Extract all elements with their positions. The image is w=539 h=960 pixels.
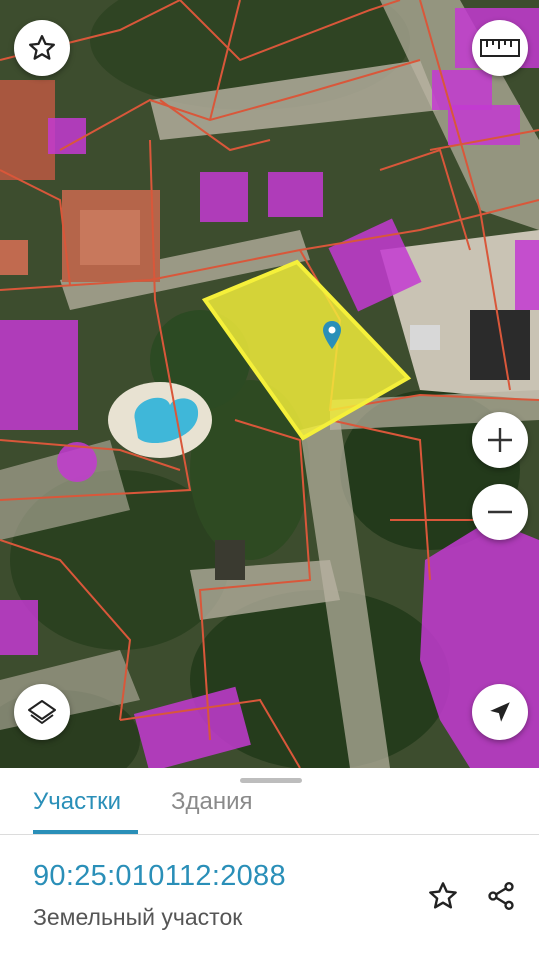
tabs: Участки Здания — [0, 786, 539, 834]
layers-button[interactable] — [14, 684, 70, 740]
star-outline-icon — [429, 882, 457, 909]
minus-icon — [488, 510, 512, 514]
ruler-button[interactable] — [472, 20, 528, 76]
tab-buildings[interactable]: Здания — [171, 786, 253, 834]
ruler-icon — [480, 39, 520, 57]
my-location-button[interactable] — [472, 684, 528, 740]
favorite-map-button[interactable] — [14, 20, 70, 76]
share-button[interactable] — [481, 876, 521, 916]
tab-parcels[interactable]: Участки — [33, 786, 121, 834]
object-type-label: Земельный участок — [33, 904, 243, 930]
share-icon — [488, 882, 514, 910]
zoom-out-button[interactable] — [472, 484, 528, 540]
bottom-sheet[interactable]: Участки Здания 90:25:010112:2088 Земельн… — [0, 768, 539, 960]
favorite-button[interactable] — [423, 876, 463, 916]
cadastral-number[interactable]: 90:25:010112:2088 — [33, 860, 286, 893]
plus-icon — [488, 428, 512, 452]
navigation-arrow-icon — [490, 702, 510, 722]
swimming-pool — [108, 382, 212, 458]
location-pin-icon — [323, 321, 341, 349]
satellite-imagery — [0, 0, 539, 768]
divider — [0, 834, 539, 835]
layers-icon — [28, 700, 56, 724]
sheet-drag-handle[interactable] — [240, 778, 302, 783]
star-outline-icon — [29, 35, 55, 60]
map-view[interactable] — [0, 0, 539, 768]
zoom-in-button[interactable] — [472, 412, 528, 468]
